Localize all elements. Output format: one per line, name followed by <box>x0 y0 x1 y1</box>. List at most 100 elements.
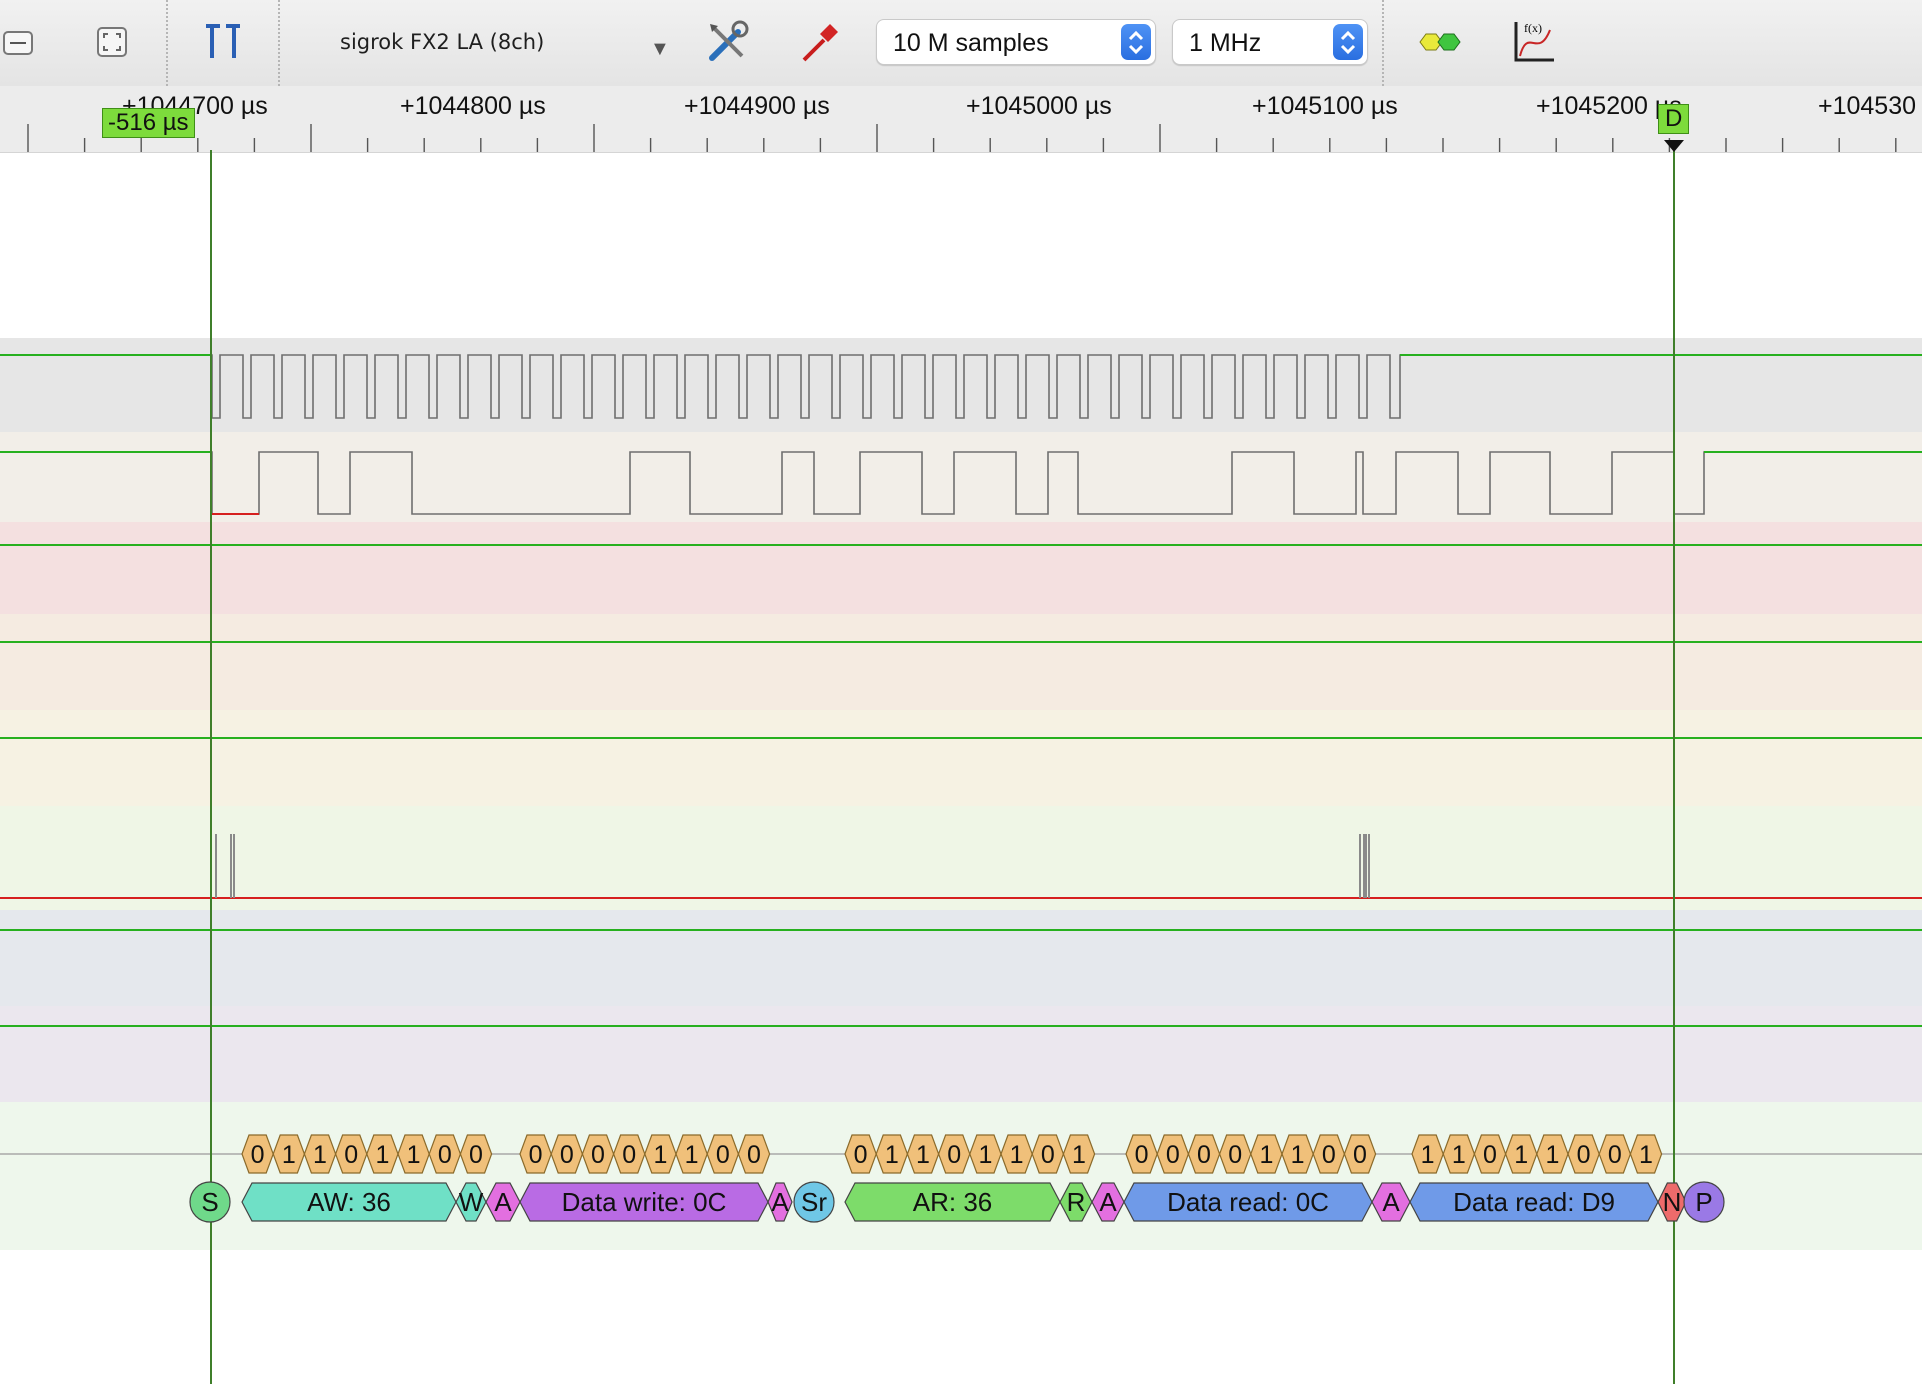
bit-label: 0 <box>622 1141 636 1169</box>
bit-label: 0 <box>1322 1141 1336 1169</box>
bit-label: 0 <box>251 1141 265 1169</box>
bit-annotation: 0 <box>550 1134 584 1174</box>
bit-annotation: 0 <box>1473 1134 1507 1174</box>
zoom-fit-icon[interactable] <box>84 14 140 70</box>
minus-icon[interactable] <box>0 14 46 70</box>
bit-label: 0 <box>947 1141 961 1169</box>
tick-label: +1044800 µs <box>400 92 546 120</box>
bit-label: 1 <box>1639 1141 1653 1169</box>
bit-label: 0 <box>1483 1141 1497 1169</box>
bit-annotation: 1 <box>675 1134 708 1174</box>
protocol-annotation: A <box>1371 1182 1411 1222</box>
tools-icon[interactable] <box>700 14 756 70</box>
protocol-annotation: W <box>455 1182 487 1222</box>
dropdown-arrow-icon[interactable]: ▼ <box>650 38 684 66</box>
bit-label: 1 <box>1514 1141 1528 1169</box>
protocol-annotation: AR: 36 <box>844 1182 1061 1222</box>
device-label[interactable]: sigrok FX2 LA (8ch) <box>340 30 630 54</box>
bit-label: 1 <box>1291 1141 1305 1169</box>
channel-row-7 <box>0 1006 1922 1102</box>
bit-label: 1 <box>1545 1141 1559 1169</box>
bit-annotation: 0 <box>334 1134 368 1174</box>
protocol-annotation: Data read: 0C <box>1123 1182 1373 1222</box>
annotation-label: S <box>201 1187 218 1217</box>
bit-label: 1 <box>313 1141 327 1169</box>
bit-label: 1 <box>1010 1141 1024 1169</box>
annotation-label: A <box>494 1187 512 1217</box>
signal-area[interactable]: 0110110000001100011011010000110011011001… <box>0 0 1922 1384</box>
bit-annotation: 1 <box>906 1134 940 1174</box>
annotation-label: Data read: D9 <box>1453 1187 1615 1217</box>
bit-annotation: 0 <box>1187 1134 1221 1174</box>
probe-icon[interactable] <box>792 14 848 70</box>
tick-label: +1044900 µs <box>684 92 830 120</box>
bit-label: 1 <box>885 1141 899 1169</box>
annotation-label: P <box>1695 1187 1712 1217</box>
protocol-annotation: Data read: D9 <box>1409 1182 1659 1222</box>
bit-annotation: 0 <box>706 1134 740 1174</box>
bit-label: 1 <box>407 1141 421 1169</box>
annotation-label: Data read: 0C <box>1167 1187 1329 1217</box>
bit-annotation: 0 <box>459 1134 493 1174</box>
bit-annotation: 0 <box>1343 1134 1377 1174</box>
math-icon[interactable]: f(x) <box>1506 14 1562 70</box>
cursors-icon[interactable] <box>196 14 252 70</box>
samples-value: 10 M samples <box>893 29 1049 57</box>
annotation-label: A <box>1099 1187 1117 1217</box>
trigger-marker[interactable]: D <box>1658 104 1690 134</box>
bit-annotation: 0 <box>737 1134 771 1174</box>
bit-annotation: 1 <box>397 1134 430 1174</box>
channel-row-4 <box>0 710 1922 806</box>
bit-annotation: 1 <box>644 1134 677 1174</box>
bit-label: 1 <box>1259 1141 1273 1169</box>
tick-label: +1045100 µs <box>1252 92 1398 120</box>
decoder-icon[interactable] <box>1412 14 1468 70</box>
bit-annotation: 0 <box>241 1134 274 1174</box>
bit-annotation: 0 <box>428 1134 462 1174</box>
decoder-row <box>0 1102 1922 1250</box>
cursor-time-label[interactable]: -516 µs <box>102 108 195 138</box>
channel-row-1 <box>0 432 1922 522</box>
spinner-arrows-icon[interactable] <box>1121 24 1151 60</box>
bit-label: 0 <box>854 1141 868 1169</box>
bit-annotation: 1 <box>272 1134 306 1174</box>
bit-label: 0 <box>560 1141 574 1169</box>
bit-annotation: 0 <box>1125 1134 1158 1174</box>
bit-annotation: 0 <box>581 1134 615 1174</box>
time-ruler[interactable]: +1044700 µs +1044800 µs +1044900 µs +104… <box>0 86 1922 153</box>
rate-select[interactable]: 1 MHz <box>1172 19 1368 65</box>
bit-label: 0 <box>1166 1141 1180 1169</box>
bit-annotation: 1 <box>1629 1134 1663 1174</box>
bit-label: 1 <box>282 1141 296 1169</box>
protocol-annotation: N <box>1657 1182 1687 1222</box>
scl-trace <box>0 354 1922 419</box>
protocol-annotation: Sr <box>793 1181 835 1223</box>
bit-label: 0 <box>1577 1141 1591 1169</box>
samples-select[interactable]: 10 M samples <box>876 19 1156 65</box>
bit-label: 0 <box>529 1141 543 1169</box>
bit-label: 0 <box>1041 1141 1055 1169</box>
protocol-annotation: A <box>485 1182 521 1222</box>
protocol-annotation: A <box>1091 1182 1125 1222</box>
bit-annotation: 0 <box>1598 1134 1632 1174</box>
bit-label: 0 <box>1353 1141 1367 1169</box>
bit-annotation: 1 <box>366 1134 399 1174</box>
protocol-annotation: A <box>767 1182 793 1222</box>
channel-trace <box>0 834 1922 899</box>
protocol-annotation: AW: 36 <box>241 1182 457 1222</box>
bit-label: 0 <box>438 1141 452 1169</box>
bit-annotation: 0 <box>1218 1134 1252 1174</box>
annotation-label: W <box>459 1187 484 1217</box>
toolbar: sigrok FX2 LA (8ch) ▼ 10 M samples 1 MHz… <box>0 0 1922 87</box>
protocol-annotation: P <box>1683 1181 1725 1223</box>
bit-annotation: 1 <box>1250 1134 1283 1174</box>
annotation-label: A <box>771 1187 789 1217</box>
bit-annotation: 1 <box>1281 1134 1314 1174</box>
spinner-arrows-icon[interactable] <box>1333 24 1363 60</box>
bit-label: 0 <box>1135 1141 1149 1169</box>
bit-annotation: 0 <box>1031 1134 1065 1174</box>
bit-annotation: 1 <box>303 1134 337 1174</box>
bit-annotation: 0 <box>1156 1134 1190 1174</box>
bit-annotation: 1 <box>1504 1134 1538 1174</box>
rate-value: 1 MHz <box>1189 29 1262 57</box>
